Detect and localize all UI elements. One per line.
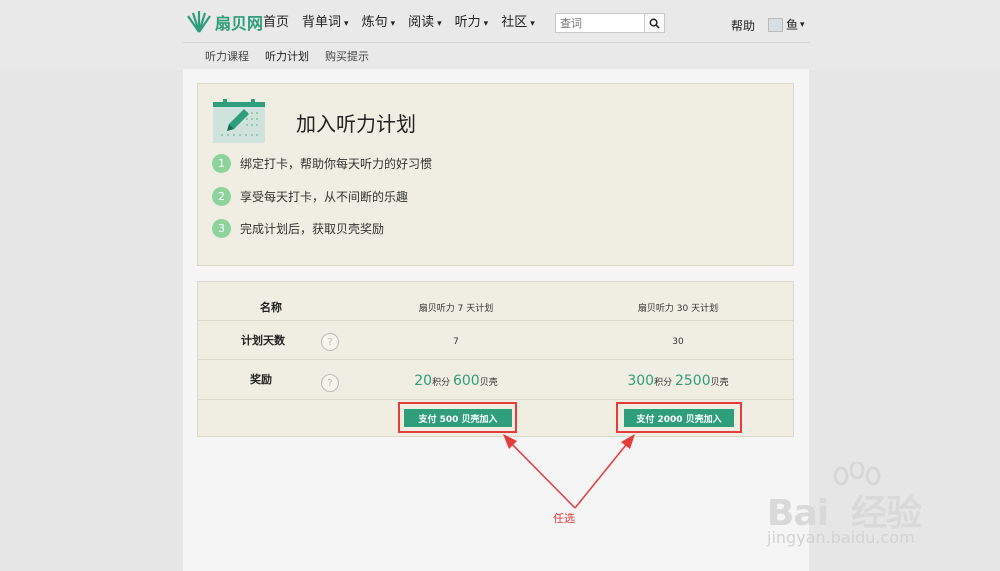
annotation-label: 任选 — [553, 512, 575, 525]
watermark-url: jingyan.baidu.com — [767, 528, 915, 547]
arrow-line — [507, 439, 576, 509]
arrow-head — [621, 434, 635, 449]
arrow-line — [574, 439, 631, 509]
